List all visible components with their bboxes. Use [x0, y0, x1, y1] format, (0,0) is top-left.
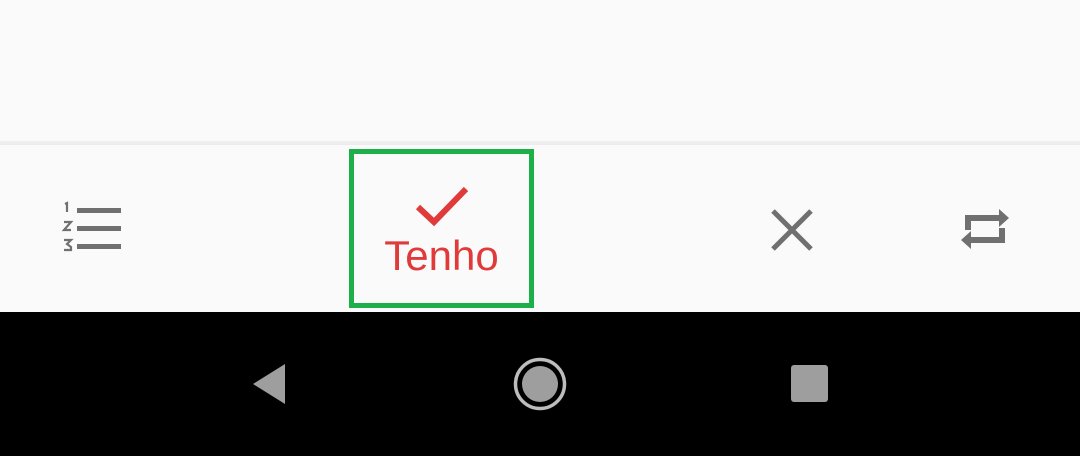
back-button[interactable] — [215, 332, 325, 436]
home-circle-icon — [513, 357, 567, 411]
numbered-list-icon — [61, 201, 121, 252]
dismiss-button[interactable] — [737, 175, 847, 285]
recents-button[interactable] — [755, 332, 865, 436]
checkmark-icon — [415, 186, 468, 226]
have-button[interactable]: Tenho — [349, 149, 534, 308]
repeat-icon — [961, 209, 1009, 249]
repeat-button[interactable] — [930, 175, 1040, 285]
back-triangle-icon — [253, 364, 285, 404]
recents-square-icon — [791, 365, 828, 402]
system-navigation-bar — [0, 312, 1080, 456]
have-button-label: Tenho — [384, 231, 499, 279]
list-button[interactable] — [40, 175, 150, 285]
action-toolbar: Tenho — [0, 145, 1080, 312]
content-area — [0, 0, 1080, 141]
close-icon — [771, 209, 813, 251]
home-button[interactable] — [485, 332, 595, 436]
